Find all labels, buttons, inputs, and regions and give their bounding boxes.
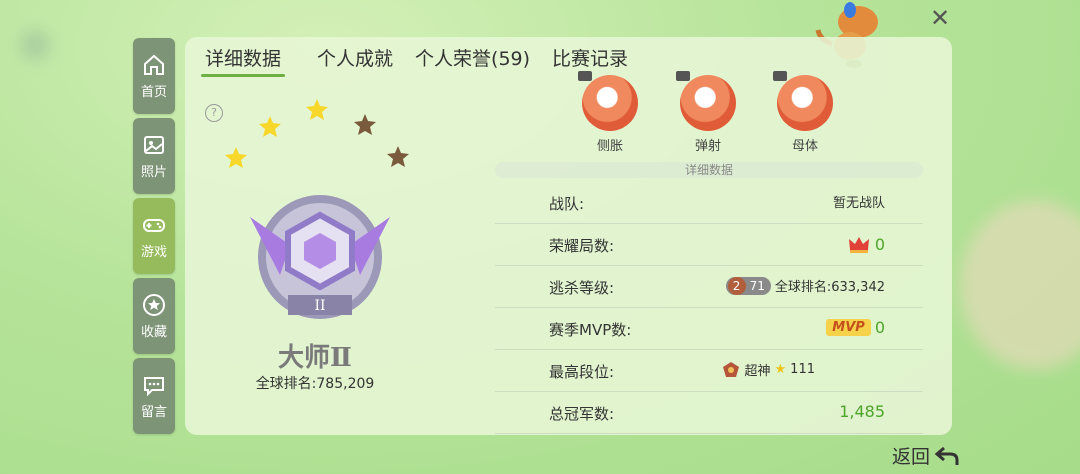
- stat-row-season-mvp: 赛季MVP数: MVP 0: [495, 308, 923, 350]
- stat-value-wrap: 0: [695, 234, 885, 254]
- crown-icon: [848, 237, 869, 253]
- stat-label: 最高段位:: [549, 363, 615, 381]
- mvp-badge: MVP: [826, 319, 871, 336]
- rank-global: 全球排名:785,209: [255, 376, 375, 392]
- sidebar-item-label: 照片: [140, 164, 167, 180]
- skill-label: 弹射: [694, 139, 721, 154]
- level-value: 71: [749, 278, 765, 293]
- stat-value-wrap: 超神 ★ 111: [695, 360, 815, 379]
- stat-value: 全球排名:633,342: [774, 280, 885, 295]
- stat-label: 逃杀等级:: [549, 279, 615, 297]
- stat-value: 0: [874, 318, 885, 337]
- close-button[interactable]: ✕: [928, 6, 952, 30]
- stat-value: 0: [874, 234, 885, 254]
- stat-value-wrap: 2 71 全球排名:633,342: [695, 276, 885, 295]
- sidebar-item-label: 留言: [140, 404, 167, 420]
- back-arrow-icon: [934, 446, 959, 465]
- stat-label: 总冠军数:: [549, 405, 615, 423]
- stats-table: 战队: 暂无战队 荣耀局数: 0 逃杀等级: 2 71 全球排名:633,342…: [495, 182, 923, 434]
- skill-label: 母体: [791, 139, 818, 154]
- stat-row-escape-level: 逃杀等级: 2 71 全球排名:633,342: [495, 266, 923, 308]
- tab-detail-data[interactable]: 详细数据: [200, 45, 286, 77]
- rank-badge-image: II: [225, 99, 409, 319]
- level-coin-icon: 2: [727, 276, 746, 295]
- main-panel: 详细数据 个人成就 个人荣誉(59) 比赛记录 ? II 大师Ⅱ 全球排名:78…: [185, 37, 952, 435]
- stat-row-honor-games: 荣耀局数: 0: [495, 224, 923, 266]
- message-icon: [144, 376, 164, 396]
- sidebar-item-home[interactable]: 首页: [133, 38, 175, 114]
- home-icon: [144, 54, 164, 75]
- star-icon: ★: [774, 362, 787, 377]
- skill-item[interactable]: 母体: [773, 71, 835, 154]
- stat-label: 战队:: [549, 195, 585, 213]
- tab-achievements[interactable]: 个人成就: [317, 45, 393, 77]
- tier-name: 超神: [744, 364, 771, 379]
- sidebar-item-messages[interactable]: 留言: [133, 358, 175, 434]
- rank-badge: II: [220, 97, 420, 337]
- stat-row-champions: 总冠军数: 1,485: [495, 392, 923, 434]
- stat-value-wrap: MVP 0: [695, 318, 885, 337]
- sidebar-item-label: 游戏: [140, 244, 167, 260]
- sidebar-item-game[interactable]: 游戏: [133, 198, 175, 274]
- photo-icon: [144, 135, 164, 154]
- skill-item[interactable]: 侧胀: [578, 71, 640, 154]
- stat-label: 荣耀局数:: [549, 237, 615, 255]
- background-blob: [20, 30, 50, 60]
- tier-badge-icon: [722, 361, 739, 377]
- stat-row-team: 战队: 暂无战队: [495, 182, 923, 224]
- rank-star-icon: [225, 99, 409, 168]
- rank-badge-numeral: II: [314, 298, 325, 314]
- tier-stars: 111: [790, 362, 815, 377]
- stat-value: 1,485: [839, 402, 885, 421]
- background-blob: [960, 200, 1080, 370]
- sidebar: 首页 照片 游戏 收藏 留言: [133, 38, 175, 438]
- rank-name: 大师Ⅱ: [278, 343, 352, 373]
- skill-parent-icon: [773, 71, 833, 131]
- sidebar-item-label: 收藏: [140, 324, 167, 340]
- back-button[interactable]: 返回: [892, 442, 960, 469]
- sidebar-item-favorites[interactable]: 收藏: [133, 278, 175, 354]
- stat-label: 赛季MVP数:: [549, 321, 632, 339]
- stat-value: 暂无战队: [832, 196, 885, 211]
- stat-row-highest-tier: 最高段位: 超神 ★ 111: [495, 350, 923, 392]
- back-label: 返回: [892, 446, 931, 468]
- level-badge: 2 71: [725, 276, 771, 295]
- skill-swell-icon: [578, 71, 638, 131]
- skill-eject-icon: [676, 71, 736, 131]
- section-title: 详细数据: [495, 162, 923, 178]
- star-icon: [143, 293, 165, 316]
- skill-item[interactable]: 弹射: [676, 71, 738, 154]
- skill-label: 侧胀: [596, 139, 623, 154]
- sidebar-item-photo[interactable]: 照片: [133, 118, 175, 194]
- gamepad-icon: [143, 218, 165, 232]
- sidebar-item-label: 首页: [140, 84, 167, 100]
- tab-honors[interactable]: 个人荣誉(59): [415, 45, 530, 77]
